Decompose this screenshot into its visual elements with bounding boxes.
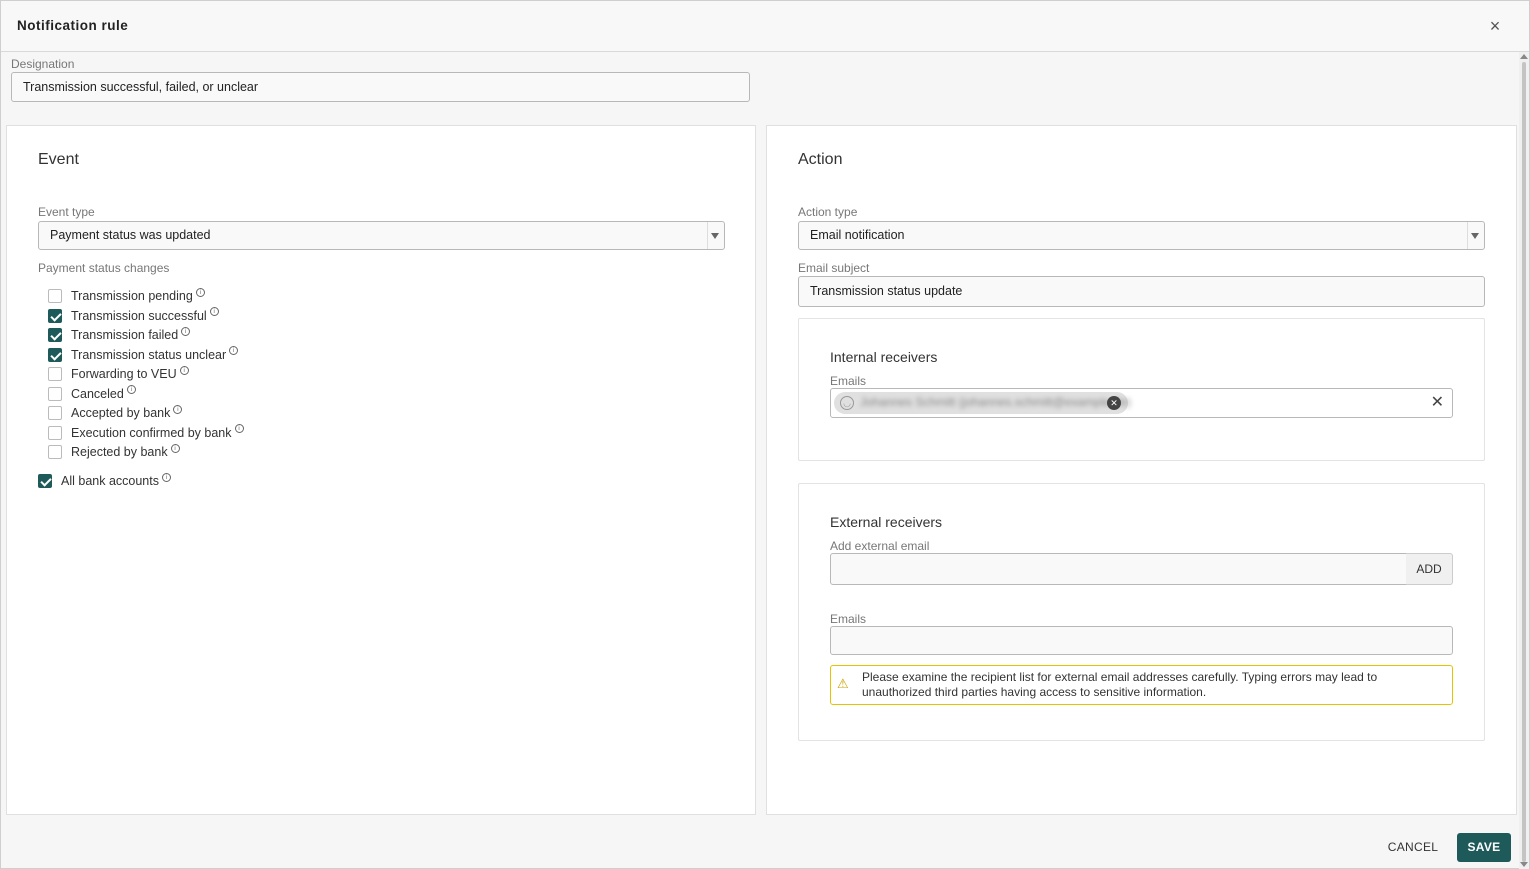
- event-panel-title: Event: [38, 151, 79, 168]
- email-subject-input[interactable]: Transmission status update: [798, 276, 1485, 307]
- status-checkbox-1[interactable]: Transmission successful i: [48, 307, 219, 325]
- email-subject-label: Email subject: [798, 261, 870, 275]
- checkbox-box[interactable]: [48, 445, 62, 459]
- internal-emails-label: Emails: [830, 374, 867, 388]
- internal-receivers-card: Internal receivers Emails ◡ Johannes Sch…: [798, 318, 1485, 461]
- all-bank-accounts-checkbox[interactable]: All bank accounts i: [38, 472, 171, 490]
- clear-icon[interactable]: ✕: [1431, 394, 1444, 412]
- info-icon[interactable]: i: [181, 326, 191, 336]
- status-checkbox-label: Transmission status unclear: [71, 347, 227, 362]
- vertical-scrollbar[interactable]: [1519, 52, 1529, 869]
- add-external-email-input[interactable]: [830, 553, 1407, 585]
- status-checkbox-2[interactable]: Transmission failed i: [48, 326, 191, 344]
- action-panel-title: Action: [798, 151, 843, 168]
- info-icon[interactable]: i: [209, 307, 219, 316]
- status-checkbox-7[interactable]: Execution confirmed by bank i: [48, 424, 244, 442]
- chevron-down-icon[interactable]: [1471, 233, 1479, 239]
- all-bank-accounts-label: All bank accounts: [61, 474, 159, 488]
- external-email-warning: ⚠ Please examine the recipient list for …: [830, 665, 1453, 705]
- checkbox-box[interactable]: [48, 347, 62, 362]
- scroll-up-icon[interactable]: [1520, 54, 1528, 59]
- status-checkbox-3[interactable]: Transmission status unclear i: [48, 346, 239, 364]
- status-checkbox-label: Transmission pending: [71, 289, 193, 303]
- designation-label: Designation: [11, 57, 75, 71]
- status-checkbox-0[interactable]: Transmission pending i: [48, 287, 205, 305]
- save-button[interactable]: SAVE: [1457, 833, 1511, 862]
- info-icon[interactable]: i: [161, 472, 171, 482]
- scrollbar-thumb[interactable]: [1522, 62, 1526, 862]
- status-checkbox-5[interactable]: Canceled i: [48, 385, 136, 403]
- status-checkbox-6[interactable]: Accepted by bank i: [48, 404, 183, 422]
- info-icon[interactable]: i: [126, 385, 136, 394]
- chevron-down-icon[interactable]: [711, 233, 719, 239]
- cancel-button[interactable]: CANCEL: [1382, 835, 1444, 859]
- designation-input[interactable]: Transmission successful, failed, or uncl…: [11, 72, 750, 102]
- checkbox-box[interactable]: [48, 367, 62, 381]
- info-icon[interactable]: i: [229, 346, 239, 355]
- warning-text: Please examine the recipient list for ex…: [862, 670, 1378, 699]
- warning-icon: ⚠: [837, 676, 849, 691]
- status-checkbox-4[interactable]: Forwarding to VEU i: [48, 365, 189, 383]
- event-type-value: Payment status was updated: [50, 228, 211, 242]
- status-checkbox-label: Canceled: [71, 386, 124, 401]
- email-chip[interactable]: ◡ Johannes Schmitt (johannes.schmitt@exa…: [834, 392, 1131, 414]
- remove-chip-icon[interactable]: ✕: [1107, 396, 1121, 410]
- checkbox-box[interactable]: [38, 474, 52, 488]
- external-emails-label: Emails: [830, 612, 867, 626]
- info-icon[interactable]: i: [173, 404, 183, 414]
- status-checkbox-8[interactable]: Rejected by bank i: [48, 443, 180, 461]
- user-icon: ◡: [840, 396, 854, 410]
- notification-rule-dialog: Notification rule × Designation Transmis…: [0, 0, 1530, 869]
- checkbox-box[interactable]: [48, 425, 62, 440]
- checkbox-box[interactable]: [48, 289, 62, 303]
- status-checkbox-label: Forwarding to VEU: [71, 367, 177, 381]
- info-icon[interactable]: i: [179, 365, 189, 375]
- add-button[interactable]: ADD: [1406, 553, 1453, 585]
- checkbox-box[interactable]: [48, 328, 62, 342]
- event-type-label: Event type: [38, 205, 95, 219]
- status-checkbox-label: Execution confirmed by bank: [71, 425, 232, 440]
- status-checkbox-label: Accepted by bank: [71, 406, 171, 420]
- info-icon[interactable]: i: [234, 424, 244, 433]
- email-chip-text: Johannes Schmitt (johannes.schmitt@examp…: [860, 395, 1131, 409]
- status-checkbox-label: Rejected by bank: [71, 445, 168, 459]
- status-checkbox-label: Transmission failed: [71, 328, 179, 342]
- external-receivers-title: External receivers: [830, 514, 943, 530]
- close-icon[interactable]: ×: [1485, 16, 1505, 36]
- checkbox-box[interactable]: [48, 406, 62, 420]
- action-type-value: Email notification: [810, 228, 905, 242]
- dialog-title: Notification rule: [17, 18, 129, 33]
- event-type-select[interactable]: Payment status was updated: [38, 221, 725, 250]
- checkbox-box[interactable]: [48, 386, 62, 401]
- internal-receivers-title: Internal receivers: [830, 349, 938, 365]
- action-type-select[interactable]: Email notification: [798, 221, 1485, 250]
- checkbox-box[interactable]: [48, 308, 62, 323]
- external-emails-field[interactable]: [830, 626, 1453, 655]
- external-receivers-card: External receivers Add external email AD…: [798, 483, 1485, 741]
- event-panel: Event Event type Payment status was upda…: [6, 125, 756, 815]
- status-checkbox-label: Transmission successful: [71, 308, 207, 323]
- info-icon[interactable]: i: [170, 443, 180, 453]
- info-icon[interactable]: i: [195, 287, 205, 297]
- status-changes-label: Payment status changes: [38, 261, 170, 275]
- internal-emails-field[interactable]: ◡ Johannes Schmitt (johannes.schmitt@exa…: [830, 388, 1453, 418]
- dialog-header: Notification rule ×: [1, 1, 1529, 52]
- action-type-label: Action type: [798, 205, 858, 219]
- scroll-down-icon[interactable]: [1520, 862, 1528, 867]
- add-external-email-label: Add external email: [830, 539, 930, 553]
